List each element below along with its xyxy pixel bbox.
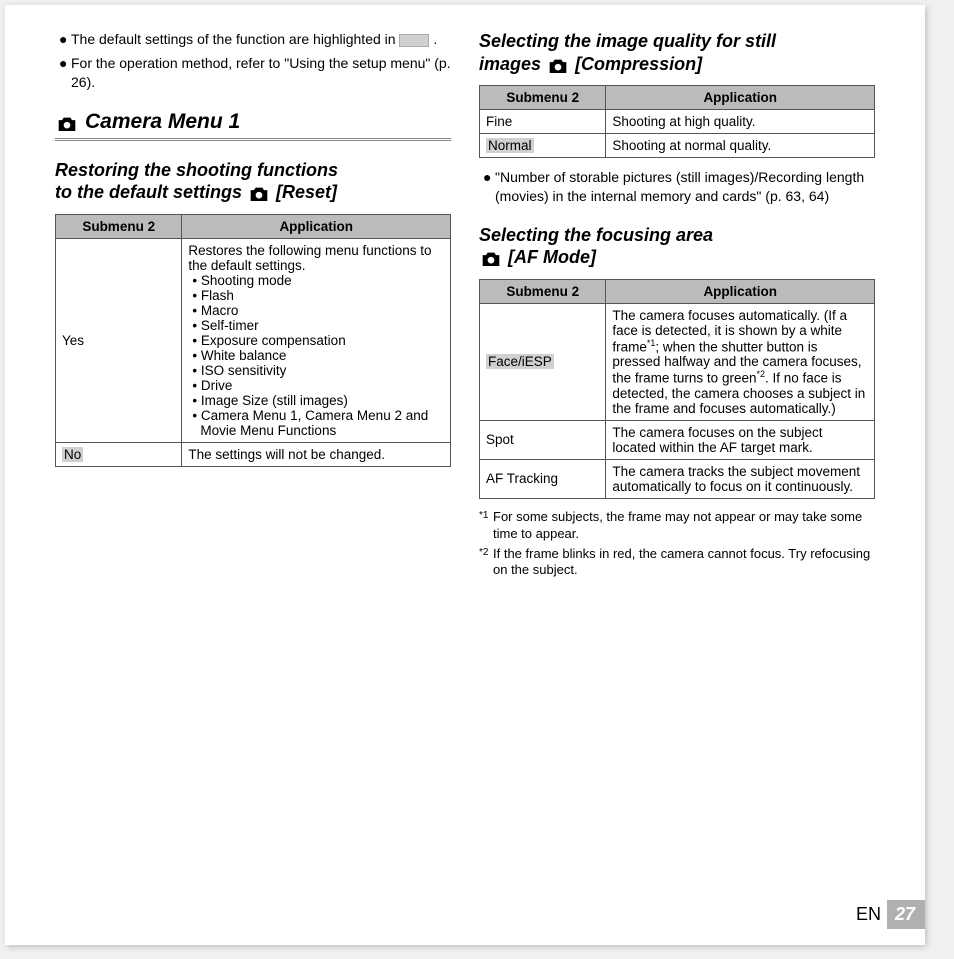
heading-line: images [479,54,546,74]
default-value: No [62,447,83,462]
right-column: Selecting the image quality for still im… [479,30,875,925]
application-cell: Shooting at normal quality. [606,134,875,158]
table-row: Spot The camera focuses on the subject l… [480,420,875,459]
column-header: Submenu 2 [480,86,606,110]
column-header: Submenu 2 [56,214,182,238]
list-item: • Shooting mode [192,273,444,288]
camera-icon [481,251,501,266]
application-cell: The camera tracks the subject movement a… [606,459,875,498]
list-item: • Macro [192,303,444,318]
heading-line: to the default settings [55,182,247,202]
column-header: Application [606,279,875,303]
list-item: • ISO sensitivity [192,363,444,378]
table-row: Face/iESP The camera focuses automatical… [480,303,875,420]
cell-intro-text: Restores the following menu functions to… [188,243,431,273]
submenu-cell: Yes [56,238,182,442]
page-number: 27 [887,900,925,929]
reset-table: Submenu 2 Application Yes Restores the f… [55,214,451,467]
footnote-marker: *2 [479,546,493,580]
camera-icon [249,186,269,201]
compression-notes: ● "Number of storable pictures (still im… [479,168,875,206]
column-header: Submenu 2 [480,279,606,303]
footnote-2: *2 If the frame blinks in red, the camer… [479,546,875,580]
reset-items-list: • Shooting mode • Flash • Macro • Self-t… [188,273,444,438]
bullet-dot-icon: ● [59,54,71,92]
table-header-row: Submenu 2 Application [480,279,875,303]
af-footnotes: *1 For some subjects, the frame may not … [479,509,875,580]
table-row: Yes Restores the following menu function… [56,238,451,442]
note-text: "Number of storable pictures (still imag… [495,168,875,206]
table-row: Fine Shooting at high quality. [480,110,875,134]
compression-note: ● "Number of storable pictures (still im… [483,168,875,206]
intro-note-2: ● For the operation method, refer to "Us… [59,54,451,92]
application-cell: Restores the following menu functions to… [182,238,451,442]
heading-text: Camera Menu 1 [85,110,240,134]
text-part: The default settings of the function are… [71,31,399,47]
submenu-cell: Spot [480,420,606,459]
intro-note-1: ● The default settings of the function a… [59,30,451,49]
compression-heading: Selecting the image quality for still im… [479,30,875,75]
column-header: Application [182,214,451,238]
list-item: • Exposure compensation [192,333,444,348]
bullet-dot-icon: ● [59,30,71,49]
application-cell: The camera focuses automatically. (If a … [606,303,875,420]
default-value: Face/iESP [486,354,554,369]
heading-line: Selecting the image quality for still [479,31,776,51]
application-cell: The camera focuses on the subject locate… [606,420,875,459]
submenu-cell: Normal [480,134,606,158]
page-footer: EN 27 [856,900,925,929]
compression-table: Submenu 2 Application Fine Shooting at h… [479,85,875,158]
camera-menu-1-heading: Camera Menu 1 [55,110,451,141]
footnote-marker: *1 [479,509,493,543]
list-item: • Image Size (still images) [192,393,444,408]
page-body: ● The default settings of the function a… [5,5,925,945]
bullet-dot-icon: ● [483,168,495,206]
footnote-text: If the frame blinks in red, the camera c… [493,546,875,580]
heading-line: [AF Mode] [508,247,596,267]
text-part: . [433,31,437,47]
footnote-text: For some subjects, the frame may not app… [493,509,875,543]
heading-line: Restoring the shooting functions [55,160,338,180]
camera-icon [57,114,77,129]
table-row: No The settings will not be changed. [56,442,451,466]
heading-line: [Reset] [276,182,337,202]
submenu-cell: No [56,442,182,466]
reset-heading: Restoring the shooting functions to the … [55,159,451,204]
submenu-cell: Fine [480,110,606,134]
table-header-row: Submenu 2 Application [56,214,451,238]
heading-line: Selecting the focusing area [479,225,713,245]
heading-line: [Compression] [575,54,702,74]
language-code: EN [856,904,881,925]
application-cell: The settings will not be changed. [182,442,451,466]
footnote-1: *1 For some subjects, the frame may not … [479,509,875,543]
list-item: • Self-timer [192,318,444,333]
table-row: AF Tracking The camera tracks the subjec… [480,459,875,498]
list-item: • White balance [192,348,444,363]
footnote-ref-2: *2 [756,369,765,379]
list-item: • Flash [192,288,444,303]
highlight-box-icon [399,34,429,47]
list-item: • Camera Menu 1, Camera Menu 2 and Movie… [192,408,444,438]
table-header-row: Submenu 2 Application [480,86,875,110]
intro-note-1-text: The default settings of the function are… [71,30,437,49]
intro-notes: ● The default settings of the function a… [55,30,451,92]
left-column: ● The default settings of the function a… [55,30,451,925]
column-header: Application [606,86,875,110]
submenu-cell: AF Tracking [480,459,606,498]
af-mode-heading: Selecting the focusing area [AF Mode] [479,224,875,269]
submenu-cell: Face/iESP [480,303,606,420]
application-cell: Shooting at high quality. [606,110,875,134]
table-row: Normal Shooting at normal quality. [480,134,875,158]
intro-note-2-text: For the operation method, refer to "Usin… [71,54,451,92]
default-value: Normal [486,138,534,153]
af-mode-table: Submenu 2 Application Face/iESP The came… [479,279,875,499]
list-item: • Drive [192,378,444,393]
camera-icon [548,57,568,72]
